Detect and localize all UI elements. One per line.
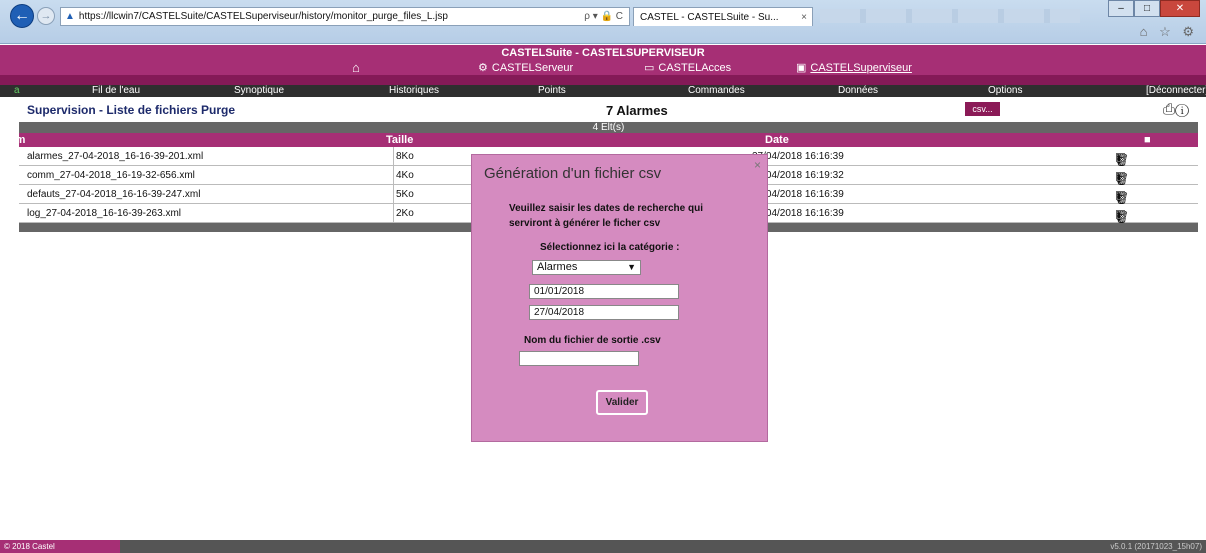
app-title: CASTELSuite - CASTELSUPERVISEUR xyxy=(501,47,705,59)
address-bar[interactable]: ▲ https://llcwin7/CASTELSuite/CASTELSupe… xyxy=(60,7,630,26)
file-name: defauts_27-04-2018_16-16-39-247.xml xyxy=(27,189,201,200)
csv-button[interactable]: csv... xyxy=(965,102,1000,116)
menu-points[interactable]: Points xyxy=(538,85,566,96)
home-icon[interactable]: ⌂ xyxy=(352,60,360,75)
chevron-down-icon: ▼ xyxy=(627,262,636,272)
date-from-field[interactable]: 01/01/2018 xyxy=(529,284,679,299)
nav-castelacces[interactable]: ▭ CASTELAcces xyxy=(644,61,731,74)
col-nom[interactable]: Nom xyxy=(1,134,25,146)
forward-button[interactable]: → xyxy=(37,7,55,25)
csv-dialog: × Génération d'un fichier csv Veuillez s… xyxy=(471,154,768,442)
header-divider xyxy=(0,75,1206,85)
maximize-button[interactable]: □ xyxy=(1134,0,1160,17)
tab-title: CASTEL - CASTELSuite - Su... xyxy=(640,11,779,23)
other-tabs xyxy=(820,9,1080,23)
file-size: 8Ko xyxy=(396,151,414,162)
help-icon[interactable]: ⓘ xyxy=(1175,101,1189,118)
category-select[interactable]: Alarmes ▼ xyxy=(532,260,641,275)
url-text: https://llcwin7/CASTELSuite/CASTELSuperv… xyxy=(78,11,448,22)
back-button[interactable]: ← xyxy=(10,4,34,28)
nav-label: CASTELAcces xyxy=(658,62,732,74)
menu-options[interactable]: Options xyxy=(988,85,1022,96)
file-name: alarmes_27-04-2018_16-16-39-201.xml xyxy=(27,151,204,162)
filename-label: Nom du fichier de sortie .csv xyxy=(524,335,661,346)
filename-field[interactable] xyxy=(519,351,639,366)
print-help-icons[interactable]: ⎙ⓘ xyxy=(1163,101,1189,118)
col-taille[interactable]: Taille xyxy=(386,134,413,146)
address-tools-icon[interactable]: ρ ▾ 🔒 C xyxy=(584,11,623,22)
close-window-button[interactable]: ✕ xyxy=(1160,0,1200,17)
file-size: 4Ko xyxy=(396,170,414,181)
row-checkbox[interactable] xyxy=(1116,191,1125,200)
gear-icon: ⚙ xyxy=(478,62,488,74)
grid-header: Nom Taille Date ■ xyxy=(1,133,1198,147)
window-controls: – □ ✕ xyxy=(1108,0,1200,17)
menu-synoptique[interactable]: Synoptique xyxy=(234,85,284,96)
monitor-icon: ▣ xyxy=(796,62,807,74)
col-divider xyxy=(393,185,394,203)
logout-link[interactable]: [Déconnecter] xyxy=(1146,85,1206,96)
app-header: CASTELSuite - CASTELSUPERVISEUR ⌂ ⚙ CASTE… xyxy=(0,45,1206,85)
file-size: 5Ko xyxy=(396,189,414,200)
nav-label: CASTELServeur xyxy=(491,62,574,74)
menu-donnees[interactable]: Données xyxy=(838,85,878,96)
file-name: comm_27-04-2018_16-19-32-656.xml xyxy=(27,170,195,181)
browser-chrome: ← → ▲ https://llcwin7/CASTELSuite/CASTEL… xyxy=(0,0,1206,44)
validate-button[interactable]: Valider xyxy=(596,390,648,415)
row-checkbox[interactable] xyxy=(1116,210,1125,219)
col-divider xyxy=(393,204,394,222)
tab-close-icon[interactable]: × xyxy=(801,12,807,23)
page-title: Supervision - Liste de fichiers Purge xyxy=(27,103,236,117)
card-icon: ▭ xyxy=(644,62,655,74)
menu-historiques[interactable]: Historiques xyxy=(389,85,439,96)
app-nav: ⌂ ⚙ CASTELServeur ▭ CASTELAcces ▣ CASTELSup… xyxy=(0,60,1206,75)
col-divider xyxy=(393,166,394,184)
file-name: log_27-04-2018_16-16-39-263.xml xyxy=(27,208,181,219)
site-icon: ▲ xyxy=(65,11,75,22)
element-count: 4 Elt(s) xyxy=(19,122,1198,133)
select-all-checkbox[interactable]: ■ xyxy=(1144,134,1151,146)
file-size: 2Ko xyxy=(396,208,414,219)
nav-castelsuperviseur[interactable]: ▣ CASTELSuperviseur xyxy=(796,61,912,74)
menu-fil-de-leau[interactable]: Fil de l'eau xyxy=(92,85,140,96)
print-icon[interactable]: ⎙ xyxy=(1163,101,1175,118)
close-icon[interactable]: × xyxy=(754,158,761,172)
version: v5.0.1 (20171023_15h07) xyxy=(1110,542,1202,551)
category-label: Sélectionnez ici la catégorie : xyxy=(540,242,680,253)
copyright: © 2018 Castel xyxy=(0,540,120,553)
nav-castelserveur[interactable]: ⚙ CASTELServeur xyxy=(478,61,573,74)
status-bar: © 2018 Castel v5.0.1 (20171023_15h07) xyxy=(0,540,1206,553)
date-to-field[interactable]: 27/04/2018 xyxy=(529,305,679,320)
menu-commandes[interactable]: Commandes xyxy=(688,85,745,96)
menu-lead[interactable]: a xyxy=(14,85,20,96)
col-date[interactable]: Date xyxy=(765,134,789,146)
row-checkbox[interactable] xyxy=(1116,172,1125,181)
browser-tab[interactable]: CASTEL - CASTELSuite - Su... × xyxy=(633,7,813,26)
dialog-intro: Veuillez saisir les dates de recherche q… xyxy=(509,203,703,229)
nav-label: CASTELSuperviseur xyxy=(810,62,912,74)
alarm-count[interactable]: 7 Alarmes xyxy=(606,103,668,118)
minimize-button[interactable]: – xyxy=(1108,0,1134,17)
browser-toolbar-icons[interactable]: ⌂ ☆ ⚙ xyxy=(1140,24,1198,40)
page-bar: Supervision - Liste de fichiers Purge 7 … xyxy=(0,98,1206,122)
dialog-title: Génération d'un fichier csv xyxy=(484,165,662,182)
category-value: Alarmes xyxy=(537,261,578,273)
main-menu: a Fil de l'eau Synoptique Historiques Po… xyxy=(0,85,1206,97)
row-checkbox[interactable] xyxy=(1116,153,1125,162)
col-divider xyxy=(393,147,394,165)
